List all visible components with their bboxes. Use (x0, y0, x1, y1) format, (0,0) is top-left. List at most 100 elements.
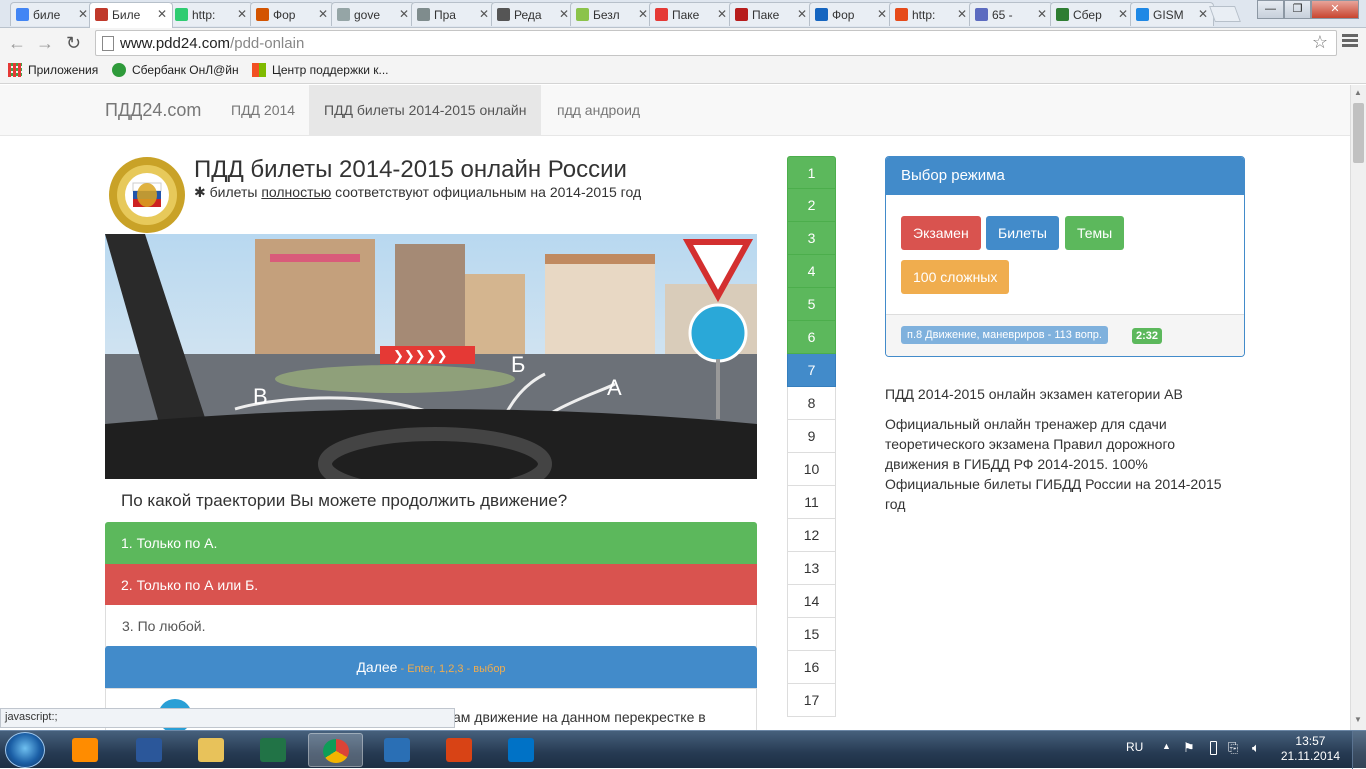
bookmark-support[interactable]: Центр поддержки к... (252, 63, 389, 77)
next-hint: - Enter, 1,2,3 - выбор (397, 663, 506, 675)
browser-tab[interactable]: Сбер ✕ (1050, 2, 1134, 26)
reload-button[interactable]: ↻ (66, 32, 81, 54)
browser-tab[interactable]: Фор ✕ (809, 2, 893, 26)
taskbar-app-media-player[interactable] (58, 733, 113, 767)
taskbar-app-explorer[interactable] (184, 733, 239, 767)
bookmark-sberbank[interactable]: Сбербанк ОнЛ@йн (112, 63, 239, 77)
tab-close-icon[interactable]: ✕ (1198, 7, 1208, 21)
volume-icon[interactable]: 🔈︎ (1252, 740, 1260, 756)
language-indicator[interactable]: RU (1126, 740, 1143, 754)
network-icon[interactable]: ⎘ (1228, 740, 1238, 756)
address-bar[interactable]: www.pdd24.com/pdd-onlain ☆ (95, 30, 1337, 56)
tab-close-icon[interactable]: ✕ (78, 7, 88, 21)
tab-close-icon[interactable]: ✕ (877, 7, 887, 21)
tickets-button[interactable]: Билеты (986, 216, 1059, 250)
tab-close-icon[interactable]: ✕ (1118, 7, 1128, 21)
browser-tab[interactable]: биле ✕ (10, 2, 94, 26)
bookmark-star-icon[interactable]: ☆ (1312, 32, 1328, 53)
tab-close-icon[interactable]: ✕ (957, 7, 967, 21)
browser-tab[interactable]: Безл ✕ (570, 2, 654, 26)
browser-tab[interactable]: http: ✕ (169, 2, 253, 26)
question-number-14[interactable]: 14 (787, 585, 836, 618)
question-number-17[interactable]: 17 (787, 684, 836, 717)
scroll-up-arrow-icon[interactable]: ▲ (1354, 88, 1362, 97)
minimize-button[interactable]: — (1257, 0, 1284, 19)
question-number-5[interactable]: 5 (787, 288, 836, 321)
question-number-7[interactable]: 7 (787, 354, 836, 387)
question-number-12[interactable]: 12 (787, 519, 836, 552)
browser-tab[interactable]: Биле ✕ (89, 2, 173, 28)
forward-button[interactable]: → (36, 32, 54, 54)
answer-option-1[interactable]: 1. Только по А. (105, 522, 757, 564)
nav-pdd-2014[interactable]: ПДД 2014 (216, 85, 310, 135)
scroll-thumb[interactable] (1353, 103, 1364, 163)
browser-tab[interactable]: gove ✕ (331, 2, 415, 26)
taskbar-app-outlook[interactable] (494, 733, 549, 767)
hard-100-button[interactable]: 100 сложных (901, 260, 1010, 294)
question-number-10[interactable]: 10 (787, 453, 836, 486)
battery-icon[interactable] (1210, 741, 1217, 755)
tab-close-icon[interactable]: ✕ (1037, 7, 1047, 21)
tab-close-icon[interactable]: ✕ (237, 7, 247, 21)
nav-pdd-android[interactable]: пдд андроид (542, 85, 655, 135)
browser-tab[interactable]: Фор ✕ (250, 2, 334, 26)
tab-label: Фор (273, 8, 296, 22)
taskbar-app-excel[interactable] (246, 733, 301, 767)
tab-close-icon[interactable]: ✕ (797, 7, 807, 21)
browser-tab[interactable]: GISM ✕ (1130, 2, 1214, 26)
exam-button[interactable]: Экзамен (901, 216, 981, 250)
browser-tab[interactable]: Реда ✕ (491, 2, 575, 26)
taskbar-app-word[interactable] (122, 733, 177, 767)
taskbar-app-chrome[interactable] (308, 733, 363, 767)
tab-close-icon[interactable]: ✕ (638, 7, 648, 21)
question-number-11[interactable]: 11 (787, 486, 836, 519)
action-center-flag-icon[interactable]: ⚑ (1183, 740, 1195, 756)
question-number-9[interactable]: 9 (787, 420, 836, 453)
question-number-16[interactable]: 16 (787, 651, 836, 684)
topics-button[interactable]: Темы (1065, 216, 1125, 250)
question-number-15[interactable]: 15 (787, 618, 836, 651)
start-button[interactable] (5, 732, 45, 768)
new-tab-button[interactable] (1209, 6, 1241, 22)
question-number-6[interactable]: 6 (787, 321, 836, 354)
clock[interactable]: 13:57 21.11.2014 (1281, 734, 1340, 764)
show-hidden-icons-icon[interactable]: ▲ (1162, 741, 1171, 751)
taskbar-app-remote[interactable] (370, 733, 425, 767)
browser-tab[interactable]: Паке ✕ (649, 2, 733, 26)
windows-icon (252, 63, 266, 77)
question-number-3[interactable]: 3 (787, 222, 836, 255)
question-number-1[interactable]: 1 (787, 156, 836, 189)
tab-close-icon[interactable]: ✕ (717, 7, 727, 21)
show-desktop-button[interactable] (1352, 731, 1366, 769)
next-button[interactable]: Далее - Enter, 1,2,3 - выбор (105, 646, 757, 688)
answer-option-2[interactable]: 2. Только по А или Б. (105, 564, 757, 606)
chrome-icon (323, 739, 349, 763)
tab-close-icon[interactable]: ✕ (479, 7, 489, 21)
question-number-8[interactable]: 8 (787, 387, 836, 420)
browser-tab[interactable]: Паке ✕ (729, 2, 813, 26)
tab-close-icon[interactable]: ✕ (318, 7, 328, 21)
site-brand[interactable]: ПДД24.com (105, 100, 201, 121)
browser-tab[interactable]: 65 - ✕ (969, 2, 1053, 26)
scroll-down-arrow-icon[interactable]: ▼ (1354, 715, 1362, 724)
menu-icon[interactable] (1342, 34, 1358, 49)
browser-toolbar: ← → ↻ www.pdd24.com/pdd-onlain ☆ (0, 28, 1366, 58)
nav-pdd-tickets-online[interactable]: ПДД билеты 2014-2015 онлайн (309, 85, 542, 135)
maximize-button[interactable]: ❐ (1284, 0, 1311, 19)
tab-close-icon[interactable]: ✕ (399, 7, 409, 21)
question-number-4[interactable]: 4 (787, 255, 836, 288)
close-window-button[interactable]: ✕ (1311, 0, 1359, 19)
question-number-2[interactable]: 2 (787, 189, 836, 222)
tab-close-icon[interactable]: ✕ (559, 7, 569, 21)
taskbar-app-app[interactable] (432, 733, 487, 767)
page-scrollbar[interactable]: ▲ ▼ (1350, 85, 1366, 730)
answer-option-3[interactable]: 3. По любой. (105, 605, 757, 647)
clock-time: 13:57 (1295, 734, 1326, 748)
browser-tab[interactable]: http: ✕ (889, 2, 973, 26)
bookmark-apps[interactable]: Приложения (8, 63, 98, 77)
browser-tab[interactable]: Пра ✕ (411, 2, 495, 26)
bookmarks-bar: Приложения Сбербанк ОнЛ@йн Центр поддерж… (0, 58, 1366, 84)
tab-close-icon[interactable]: ✕ (157, 7, 167, 21)
question-number-13[interactable]: 13 (787, 552, 836, 585)
back-button[interactable]: ← (8, 32, 26, 54)
